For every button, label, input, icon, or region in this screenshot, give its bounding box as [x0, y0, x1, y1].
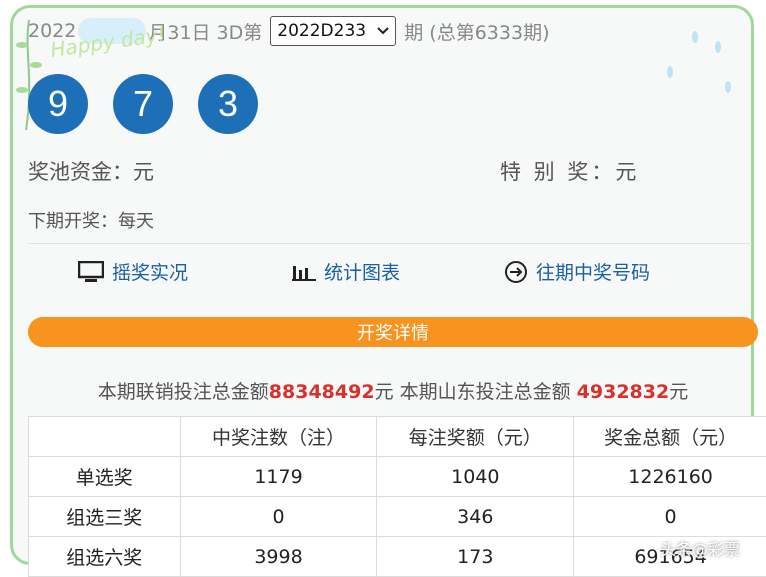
draw-details-button[interactable]: 开奖详情 — [28, 317, 758, 347]
nav-live-draw[interactable]: 摇奖实况 — [78, 258, 188, 285]
period-select[interactable]: 2022D233 — [270, 16, 396, 46]
table-cell: 0 — [180, 497, 377, 537]
sales-prefix: 本期联销投注总金额 — [98, 381, 269, 403]
table-cell: 组选三奖 — [29, 497, 181, 537]
table-header-cell: 中奖注数（注） — [180, 417, 377, 457]
lottery-name: 3D第 — [217, 18, 263, 45]
arrow-circle-right-icon — [504, 260, 528, 284]
nav-charts[interactable]: 统计图表 — [292, 258, 400, 285]
winning-numbers: 9 7 3 — [28, 74, 283, 134]
table-header-row: 中奖注数（注） 每注奖额（元） 奖金总额（元） — [29, 417, 766, 457]
winning-ball-3: 3 — [198, 74, 258, 134]
table-cell: 3998 — [180, 537, 377, 577]
total-period: (总第6333期) — [429, 18, 549, 45]
winning-ball-1: 9 — [28, 74, 88, 134]
table-cell: 组选六奖 — [29, 537, 181, 577]
table-cell: 单选奖 — [29, 457, 181, 497]
nav-history[interactable]: 往期中奖号码 — [504, 258, 650, 285]
table-header-cell — [29, 417, 181, 457]
sales-unit-1: 元 本期山东投注总金额 — [375, 381, 577, 403]
sales-summary: 本期联销投注总金额88348492元 本期山东投注总金额 4932832元 — [28, 377, 758, 404]
divider — [28, 243, 752, 244]
table-cell: 173 — [377, 537, 574, 577]
sales-shandong: 4932832 — [577, 381, 670, 403]
period-selected-value: 2022D233 — [277, 21, 366, 41]
table-cell: 1040 — [377, 457, 574, 497]
watermark: 头条@彩票 — [660, 536, 740, 560]
table-row: 组选六奖 3998 173 691654 — [29, 537, 766, 577]
table-row: 组选三奖 0 346 0 — [29, 497, 766, 537]
monitor-icon — [78, 261, 104, 283]
winning-ball-2: 7 — [113, 74, 173, 134]
table-row: 单选奖 1179 1040 1226160 — [29, 457, 766, 497]
lottery-panel: 2022 月31日 3D第 2022D233 期 (总第6333期) Happy… — [16, 0, 756, 573]
table-cell: 1226160 — [574, 457, 766, 497]
table-cell: 346 — [377, 497, 574, 537]
prize-pool: 奖池资金：元 — [28, 156, 154, 186]
prize-table: 中奖注数（注） 每注奖额（元） 奖金总额（元） 单选奖 1179 1040 12… — [28, 416, 766, 577]
table-header-cell: 奖金总额（元） — [574, 417, 766, 457]
table-cell: 0 — [574, 497, 766, 537]
sales-total: 88348492 — [269, 381, 375, 403]
nav-live-label: 摇奖实况 — [112, 258, 188, 285]
nav-history-label: 往期中奖号码 — [536, 258, 650, 285]
next-draw-info: 下期开奖：每天 — [28, 207, 154, 233]
sales-unit-2: 元 — [669, 381, 688, 403]
nav-charts-label: 统计图表 — [324, 258, 400, 285]
chevron-down-icon — [377, 27, 389, 35]
draw-details-label: 开奖详情 — [357, 319, 429, 345]
special-prize: 特 别 奖：元 — [500, 156, 639, 186]
table-header-cell: 每注奖额（元） — [377, 417, 574, 457]
bar-chart-icon — [292, 262, 316, 282]
period-suffix: 期 — [404, 18, 423, 45]
table-cell: 1179 — [180, 457, 377, 497]
